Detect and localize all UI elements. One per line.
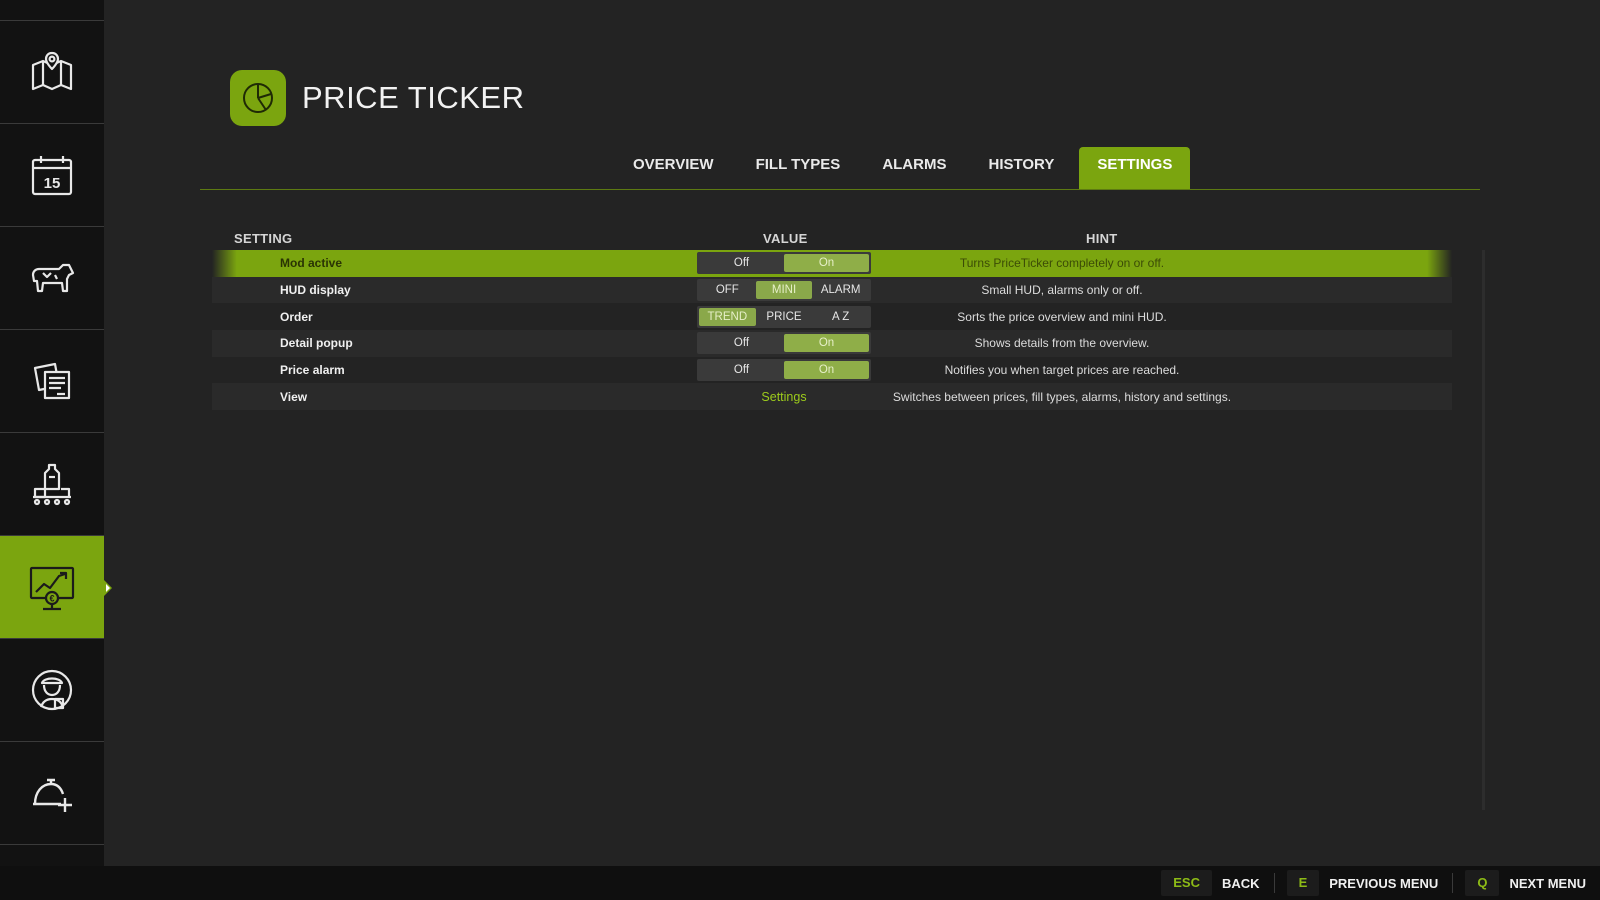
tab-overview[interactable]: OVERVIEW bbox=[612, 147, 735, 189]
option-price[interactable]: PRICE bbox=[756, 308, 813, 326]
setting-hint: Notifies you when target prices are reac… bbox=[944, 363, 1180, 378]
settings-row-order[interactable]: Order TREND PRICE A Z Sorts the price ov… bbox=[212, 303, 1452, 330]
setting-hint: Sorts the price overview and mini HUD. bbox=[957, 309, 1167, 324]
column-header-setting: SETTING bbox=[234, 231, 293, 246]
sidebar-item-animals[interactable] bbox=[0, 227, 104, 330]
sidebar-item-map[interactable] bbox=[0, 21, 104, 124]
footer-bar: ESC BACK E PREVIOUS MENU Q NEXT MENU bbox=[0, 866, 1600, 900]
setting-name: Mod active bbox=[280, 256, 343, 271]
next-menu-label: NEXT MENU bbox=[1509, 875, 1586, 891]
hotkey-bar: ESC BACK E PREVIOUS MENU Q NEXT MENU bbox=[1161, 866, 1600, 900]
sidebar-item-contracts[interactable] bbox=[0, 330, 104, 433]
calendar-icon: 15 bbox=[31, 156, 73, 196]
option-trend[interactable]: TREND bbox=[699, 307, 756, 326]
previous-menu-label: PREVIOUS MENU bbox=[1329, 875, 1439, 891]
page-header: PRICE TICKER bbox=[230, 70, 524, 126]
sidebar-item-farmer[interactable] bbox=[0, 639, 104, 742]
key-q: Q bbox=[1465, 870, 1500, 896]
column-header-value: VALUE bbox=[763, 231, 808, 246]
option-off[interactable]: Off bbox=[699, 254, 784, 272]
settings-row-view[interactable]: View Settings Switches between prices, f… bbox=[212, 383, 1452, 411]
settings-row-detail-popup[interactable]: Detail popup Off On Shows details from t… bbox=[212, 330, 1452, 357]
sidebar-top-spacer bbox=[0, 0, 104, 21]
key-esc: ESC bbox=[1161, 870, 1212, 896]
page-title: PRICE TICKER bbox=[302, 80, 525, 115]
previous-menu-button[interactable]: E PREVIOUS MENU bbox=[1286, 866, 1453, 900]
active-indicator-dot bbox=[106, 584, 110, 592]
option-mini[interactable]: MINI bbox=[755, 281, 813, 300]
option-off[interactable]: OFF bbox=[699, 281, 756, 299]
tab-alarms[interactable]: ALARMS bbox=[861, 147, 967, 189]
back-label: BACK bbox=[1222, 875, 1260, 891]
tab-history[interactable]: HISTORY bbox=[967, 147, 1075, 189]
contracts-icon bbox=[33, 362, 71, 400]
settings-table: Mod active Off On Turns PriceTicker comp… bbox=[212, 250, 1452, 411]
divider bbox=[1452, 873, 1454, 893]
production-icon bbox=[33, 463, 71, 506]
sidebar-item-help[interactable] bbox=[0, 742, 104, 845]
option-off[interactable]: Off bbox=[699, 361, 784, 379]
divider bbox=[1273, 873, 1275, 893]
setting-hint: Shows details from the overview. bbox=[974, 336, 1150, 351]
scrollbar-track[interactable] bbox=[1482, 250, 1485, 810]
price-chart-icon: € bbox=[29, 566, 75, 611]
pie-chart-icon bbox=[243, 83, 273, 113]
app-logo bbox=[230, 70, 286, 126]
key-e: E bbox=[1286, 870, 1320, 896]
sidebar: 15 € bbox=[0, 0, 112, 866]
map-icon bbox=[31, 51, 73, 91]
setting-hint: Small HUD, alarms only or off. bbox=[981, 283, 1143, 298]
column-header-hint: HINT bbox=[1086, 231, 1118, 246]
setting-name: Detail popup bbox=[280, 336, 353, 351]
setting-name: Price alarm bbox=[280, 363, 345, 378]
help-icon bbox=[33, 778, 72, 812]
sidebar-item-price-ticker[interactable]: € bbox=[0, 536, 112, 639]
option-off[interactable]: Off bbox=[699, 334, 784, 352]
settings-row-price-alarm[interactable]: Price alarm Off On Notifies you when tar… bbox=[212, 357, 1452, 384]
setting-hint: Switches between prices, fill types, ala… bbox=[892, 389, 1232, 404]
setting-name: View bbox=[280, 389, 308, 404]
setting-name: Order bbox=[280, 309, 313, 324]
sidebar-item-calendar[interactable]: 15 bbox=[0, 124, 104, 227]
tabs-divider bbox=[200, 189, 1480, 190]
settings-row-mod-active[interactable]: Mod active Off On Turns PriceTicker comp… bbox=[212, 250, 1452, 277]
tab-settings[interactable]: SETTINGS bbox=[1079, 147, 1191, 189]
tab-bar: OVERVIEW FILL TYPES ALARMS HISTORY SETTI… bbox=[612, 147, 1191, 189]
cow-icon bbox=[31, 263, 75, 293]
sidebar-item-production[interactable] bbox=[0, 433, 104, 536]
svg-text:€: € bbox=[49, 594, 54, 604]
svg-text:15: 15 bbox=[44, 175, 61, 192]
farmer-icon bbox=[31, 669, 73, 711]
setting-hint: Turns PriceTicker completely on or off. bbox=[959, 256, 1165, 271]
setting-name: HUD display bbox=[280, 283, 351, 298]
next-menu-button[interactable]: Q NEXT MENU bbox=[1465, 866, 1600, 900]
tab-fill-types[interactable]: FILL TYPES bbox=[735, 147, 862, 189]
settings-row-hud-display[interactable]: HUD display OFF MINI ALARM Small HUD, al… bbox=[212, 276, 1452, 304]
back-button[interactable]: ESC BACK bbox=[1161, 866, 1273, 900]
